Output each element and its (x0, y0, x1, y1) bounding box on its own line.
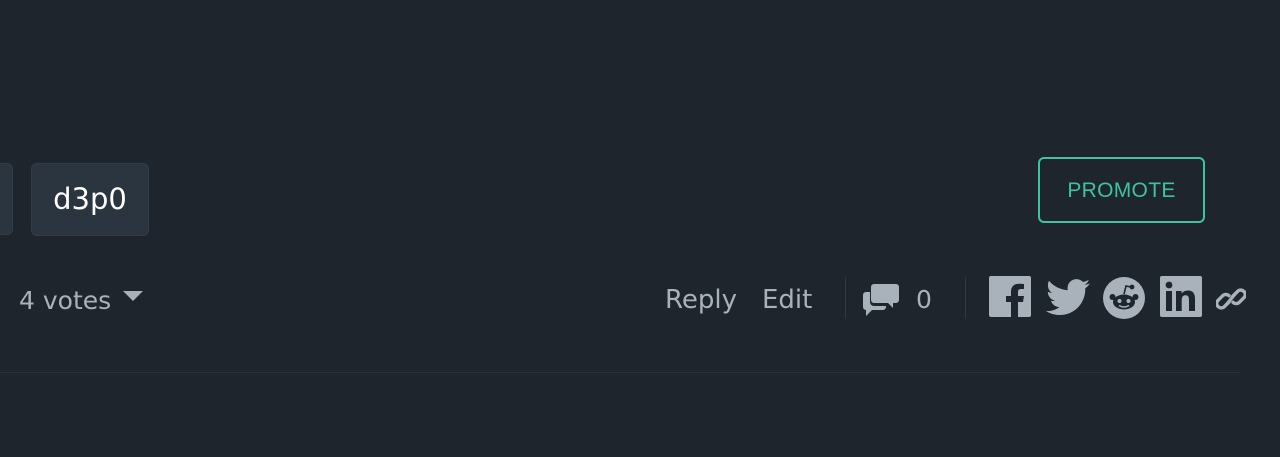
votes-dropdown[interactable]: 4 votes (19, 281, 144, 319)
promote-button[interactable]: PROMOTE (1038, 157, 1205, 223)
tag-chip-partial[interactable] (0, 163, 13, 235)
comments-icon[interactable] (862, 282, 900, 318)
votes-label: 4 votes (19, 285, 112, 315)
reddit-icon[interactable] (1103, 277, 1145, 319)
twitter-icon[interactable] (1046, 279, 1090, 316)
link-icon[interactable] (1216, 283, 1246, 315)
reply-link[interactable]: Reply (665, 281, 737, 319)
comments-count: 0 (916, 285, 932, 314)
caret-down-icon (123, 291, 144, 301)
linkedin-icon[interactable] (1160, 276, 1202, 317)
post-footer: d3p0 PROMOTE 4 votes Reply Edit 0 (0, 0, 1280, 457)
divider (845, 277, 846, 319)
facebook-icon[interactable] (989, 276, 1031, 317)
edit-link[interactable]: Edit (762, 281, 812, 319)
tag-chip[interactable]: d3p0 (31, 163, 149, 236)
divider (965, 277, 966, 319)
separator-line (0, 372, 1240, 373)
